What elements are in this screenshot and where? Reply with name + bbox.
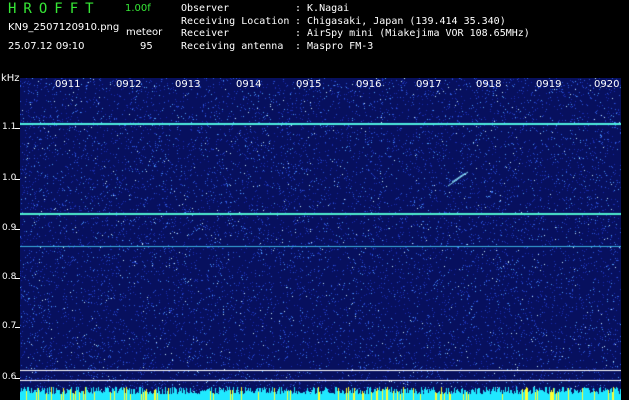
- y-tick-label: 0.9: [2, 223, 17, 233]
- station-info: Observer : K.Nagai Receiving Location : Ch…: [181, 3, 530, 53]
- info-value: : Chigasaki, Japan (139.414 35.340): [295, 15, 506, 27]
- info-row-antenna: Receiving antenna : Maspro FM-3: [181, 41, 530, 54]
- x-tick-label: 0911: [55, 79, 81, 90]
- info-value: : Maspro FM-3: [295, 40, 374, 52]
- info-key: Receiving Location: [181, 15, 290, 27]
- y-tick-label: 0.8: [2, 272, 17, 282]
- info-row-location: Receiving Location : Chigasaki, Japan (13…: [181, 16, 530, 29]
- app-name: HROFFT: [8, 1, 101, 17]
- x-tick-label: 0912: [116, 79, 142, 90]
- x-tick-label: 0920: [594, 79, 620, 90]
- info-value: : AirSpy mini (Miakejima VOR 108.65MHz): [295, 28, 530, 40]
- x-tick-label: 0916: [356, 79, 382, 90]
- spectrogram-canvas: [20, 78, 621, 400]
- right-border: [621, 78, 629, 400]
- x-tick-label: 0918: [476, 79, 502, 90]
- y-tick-label: 1.1: [2, 122, 17, 132]
- datetime-label: 25.07.12 09:10: [8, 41, 85, 52]
- y-axis-unit: kHz: [1, 73, 20, 84]
- info-key: Receiving antenna: [181, 40, 284, 52]
- x-tick-label: 0915: [296, 79, 322, 90]
- y-tick-label: 1.0: [2, 173, 17, 183]
- spectrogram-plot: [20, 78, 621, 400]
- y-tick-label: 0.6: [2, 372, 17, 382]
- meteor-count: 95: [140, 41, 153, 52]
- x-tick-label: 0917: [416, 79, 442, 90]
- y-tick-label: 0.7: [2, 321, 17, 331]
- version-label: 1.00f: [125, 3, 151, 14]
- info-row-receiver: Receiver : AirSpy mini (Miakejima VOR 108…: [181, 28, 530, 41]
- info-value: : K.Nagai: [295, 3, 350, 14]
- meteor-label: meteor: [126, 27, 163, 38]
- info-key: Observer: [181, 3, 230, 14]
- info-row-observer: Observer : K.Nagai: [181, 3, 530, 16]
- x-tick-label: 0914: [236, 79, 262, 90]
- x-tick-label: 0913: [175, 79, 201, 90]
- header-panel: HROFFT 1.00f KN9_2507120910.png meteor 2…: [0, 0, 629, 78]
- filename-label: KN9_2507120910.png: [8, 22, 120, 33]
- x-tick-label: 0919: [536, 79, 562, 90]
- info-key: Receiver: [181, 28, 230, 40]
